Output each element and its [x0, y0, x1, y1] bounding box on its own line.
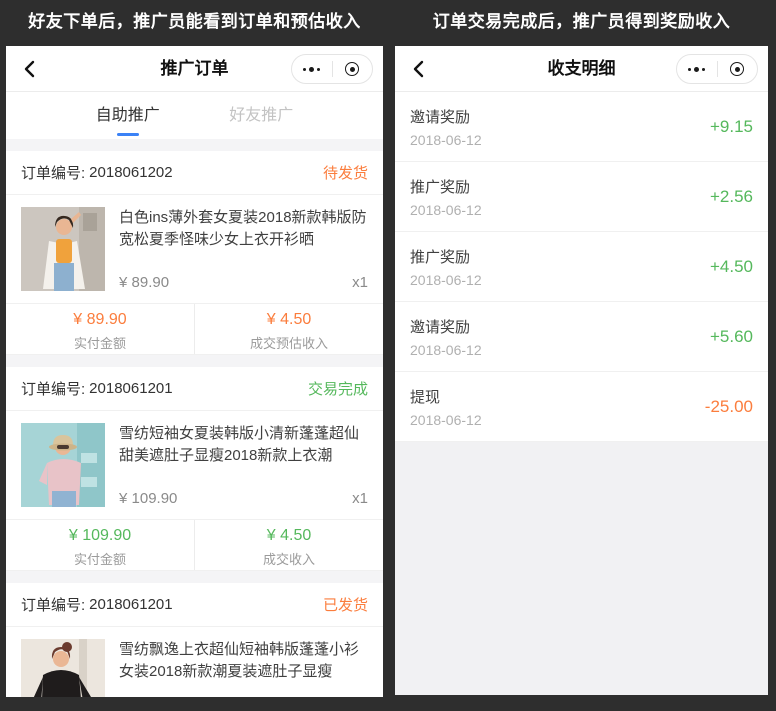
product-card[interactable]: 雪纺飘逸上衣超仙短袖韩版蓬蓬小衫女装2018新款潮夏装遮肚子显瘦 [6, 627, 383, 697]
status-badge: 交易完成 [308, 378, 368, 399]
order-no-value: 2018061202 [89, 164, 172, 181]
wechat-capsule [291, 54, 373, 84]
entry-date: 2018-06-12 [410, 132, 482, 148]
status-badge: 已发货 [323, 594, 368, 615]
dots-glyph [303, 67, 320, 72]
product-title: 白色ins薄外套女夏装2018新款韩版防宽松夏季怪味少女上衣开衫晒 [119, 207, 368, 251]
estimated-income-value: ¥ 4.50 [195, 311, 383, 329]
product-image-pink-top [21, 423, 105, 507]
status-badge: 待发货 [323, 162, 368, 183]
section-gap [6, 355, 383, 367]
product-card[interactable]: 白色ins薄外套女夏装2018新款韩版防宽松夏季怪味少女上衣开衫晒 ¥ 89.9… [6, 195, 383, 304]
entry-amount: -25.00 [705, 397, 753, 417]
order-header: 订单编号: 2018061201 交易完成 [6, 367, 383, 411]
entry-title: 提现 [410, 386, 482, 407]
entry-amount: +2.56 [710, 187, 753, 207]
paid-amount-col: ¥ 89.90 实付金额 [6, 304, 195, 354]
product-info: 白色ins薄外套女夏装2018新款韩版防宽松夏季怪味少女上衣开衫晒 ¥ 89.9… [119, 207, 368, 291]
entry-title: 邀请奖励 [410, 106, 482, 127]
paid-amount-col: ¥ 109.90 实付金额 [6, 520, 195, 570]
product-price: ¥ 89.90 [119, 274, 169, 291]
paid-amount-label: 实付金额 [6, 549, 194, 568]
deal-income-label: 成交收入 [195, 549, 383, 568]
deal-income-value: ¥ 4.50 [195, 527, 383, 545]
order-no-label: 订单编号: [21, 594, 85, 615]
entry-amount: +4.50 [710, 257, 753, 277]
product-price: ¥ 109.90 [119, 490, 177, 507]
ledger-entry: 邀请奖励 2018-06-12 +9.15 [395, 92, 768, 162]
ledger-entry: 推广奖励 2018-06-12 +4.50 [395, 232, 768, 302]
paid-amount-value: ¥ 89.90 [6, 311, 194, 329]
product-card[interactable]: 雪纺短袖女夏装韩版小清新蓬蓬超仙甜美遮肚子显瘦2018新款上衣潮 ¥ 109.9… [6, 411, 383, 520]
navbar-left: 推广订单 [6, 46, 383, 92]
order-summary: ¥ 109.90 实付金额 ¥ 4.50 成交收入 [6, 520, 383, 571]
wechat-capsule [676, 54, 758, 84]
entry-amount: +9.15 [710, 117, 753, 137]
exit-target-icon[interactable] [333, 55, 373, 83]
estimated-income-label: 成交预估收入 [195, 333, 383, 352]
tab-friend-promotion[interactable]: 好友推广 [195, 92, 329, 139]
promo-caption-left: 好友下单后，推广员能看到订单和预估收入 [6, 0, 383, 46]
product-title: 雪纺短袖女夏装韩版小清新蓬蓬超仙甜美遮肚子显瘦2018新款上衣潮 [119, 423, 368, 467]
product-info: 雪纺短袖女夏装韩版小清新蓬蓬超仙甜美遮肚子显瘦2018新款上衣潮 ¥ 109.9… [119, 423, 368, 507]
more-dots-icon[interactable] [292, 55, 332, 83]
product-image-black-top [21, 639, 105, 697]
ledger-entry: 邀请奖励 2018-06-12 +5.60 [395, 302, 768, 372]
order-no-label: 订单编号: [21, 378, 85, 399]
paid-amount-label: 实付金额 [6, 333, 194, 352]
entry-date: 2018-06-12 [410, 202, 482, 218]
section-gap [6, 139, 383, 151]
ledger-entry: 提现 2018-06-12 -25.00 [395, 372, 768, 442]
order-no-value: 2018061201 [89, 380, 172, 397]
paid-amount-value: ¥ 109.90 [6, 527, 194, 545]
more-dots-icon[interactable] [677, 55, 717, 83]
entry-title: 推广奖励 [410, 246, 482, 267]
navbar-right: 收支明细 [395, 46, 768, 92]
empty-area [395, 442, 768, 695]
product-image-white-cardigan [21, 207, 105, 291]
entry-date: 2018-06-12 [410, 412, 482, 428]
product-info: 雪纺飘逸上衣超仙短袖韩版蓬蓬小衫女装2018新款潮夏装遮肚子显瘦 [119, 639, 368, 697]
order-no-label: 订单编号: [21, 162, 85, 183]
income-detail-screen: 收支明细 邀请奖励 2018-06-12 +9.15 推广奖励 2018-06-… [395, 46, 768, 695]
entry-date: 2018-06-12 [410, 342, 482, 358]
promotion-orders-screen: 推广订单 自助推广 好友推广 订单编号: 2018061202 待发货 [6, 46, 383, 697]
target-glyph [345, 62, 359, 76]
entry-title: 推广奖励 [410, 176, 482, 197]
entry-title: 邀请奖励 [410, 316, 482, 337]
dots-glyph [688, 67, 705, 72]
entry-amount: +5.60 [710, 327, 753, 347]
exit-target-icon[interactable] [718, 55, 758, 83]
tab-self-promotion[interactable]: 自助推广 [61, 92, 195, 139]
target-glyph [730, 62, 744, 76]
promo-caption-right: 订单交易完成后，推广员得到奖励收入 [395, 0, 768, 46]
entry-date: 2018-06-12 [410, 272, 482, 288]
product-qty: x1 [352, 274, 368, 291]
estimated-income-col: ¥ 4.50 成交预估收入 [195, 304, 383, 354]
promotion-tabs: 自助推广 好友推广 [6, 92, 383, 139]
product-title: 雪纺飘逸上衣超仙短袖韩版蓬蓬小衫女装2018新款潮夏装遮肚子显瘦 [119, 639, 368, 683]
ledger-entry: 推广奖励 2018-06-12 +2.56 [395, 162, 768, 232]
order-summary: ¥ 89.90 实付金额 ¥ 4.50 成交预估收入 [6, 304, 383, 355]
order-header: 订单编号: 2018061202 待发货 [6, 151, 383, 195]
deal-income-col: ¥ 4.50 成交收入 [195, 520, 383, 570]
order-header: 订单编号: 2018061201 已发货 [6, 583, 383, 627]
order-no-value: 2018061201 [89, 596, 172, 613]
section-gap [6, 571, 383, 583]
product-qty: x1 [352, 490, 368, 507]
